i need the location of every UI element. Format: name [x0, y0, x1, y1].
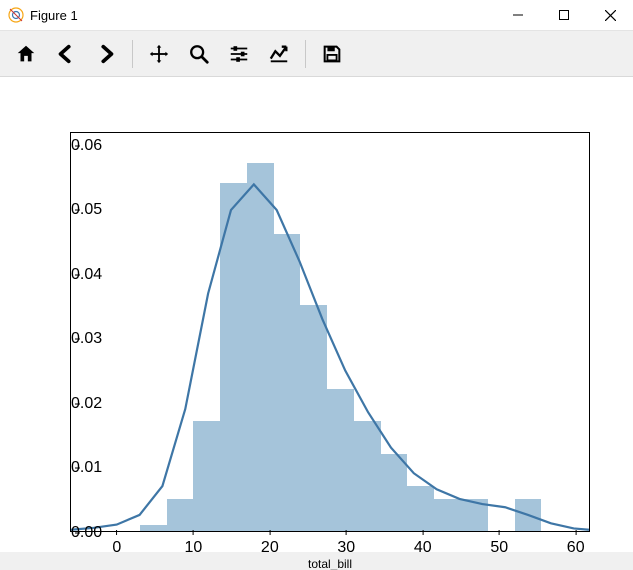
x-tick: 40: [414, 531, 432, 557]
y-tick: 0.06: [71, 137, 79, 155]
x-tick: 50: [490, 531, 508, 557]
toolbar-separator: [132, 40, 133, 68]
window-titlebar: Figure 1: [0, 0, 633, 30]
close-button[interactable]: [587, 0, 633, 30]
x-tick: 10: [184, 531, 202, 557]
y-tick: 0.00: [71, 524, 79, 542]
figure-canvas[interactable]: 0.000.010.020.030.040.050.06 01020304050…: [0, 77, 633, 552]
y-tick: 0.01: [71, 459, 79, 477]
save-button[interactable]: [312, 34, 352, 74]
app-icon: [8, 7, 24, 23]
x-tick: 60: [567, 531, 585, 557]
window-controls: [495, 0, 633, 30]
toolbar-separator: [305, 40, 306, 68]
y-tick: 0.02: [71, 395, 79, 413]
x-tick: 0: [112, 531, 121, 557]
kde-curve: [71, 133, 589, 531]
x-axis-label: total_bill: [308, 531, 352, 570]
axes: 0.000.010.020.030.040.050.06 01020304050…: [70, 132, 590, 532]
minimize-button[interactable]: [495, 0, 541, 30]
maximize-button[interactable]: [541, 0, 587, 30]
home-button[interactable]: [6, 34, 46, 74]
forward-button[interactable]: [86, 34, 126, 74]
window-title: Figure 1: [30, 8, 78, 23]
edit-axes-button[interactable]: [259, 34, 299, 74]
y-tick: 0.05: [71, 201, 79, 219]
configure-subplots-button[interactable]: [219, 34, 259, 74]
matplotlib-toolbar: [0, 30, 633, 77]
y-tick: 0.03: [71, 330, 79, 348]
back-button[interactable]: [46, 34, 86, 74]
x-tick: 20: [261, 531, 279, 557]
pan-button[interactable]: [139, 34, 179, 74]
y-tick: 0.04: [71, 266, 79, 284]
zoom-button[interactable]: [179, 34, 219, 74]
